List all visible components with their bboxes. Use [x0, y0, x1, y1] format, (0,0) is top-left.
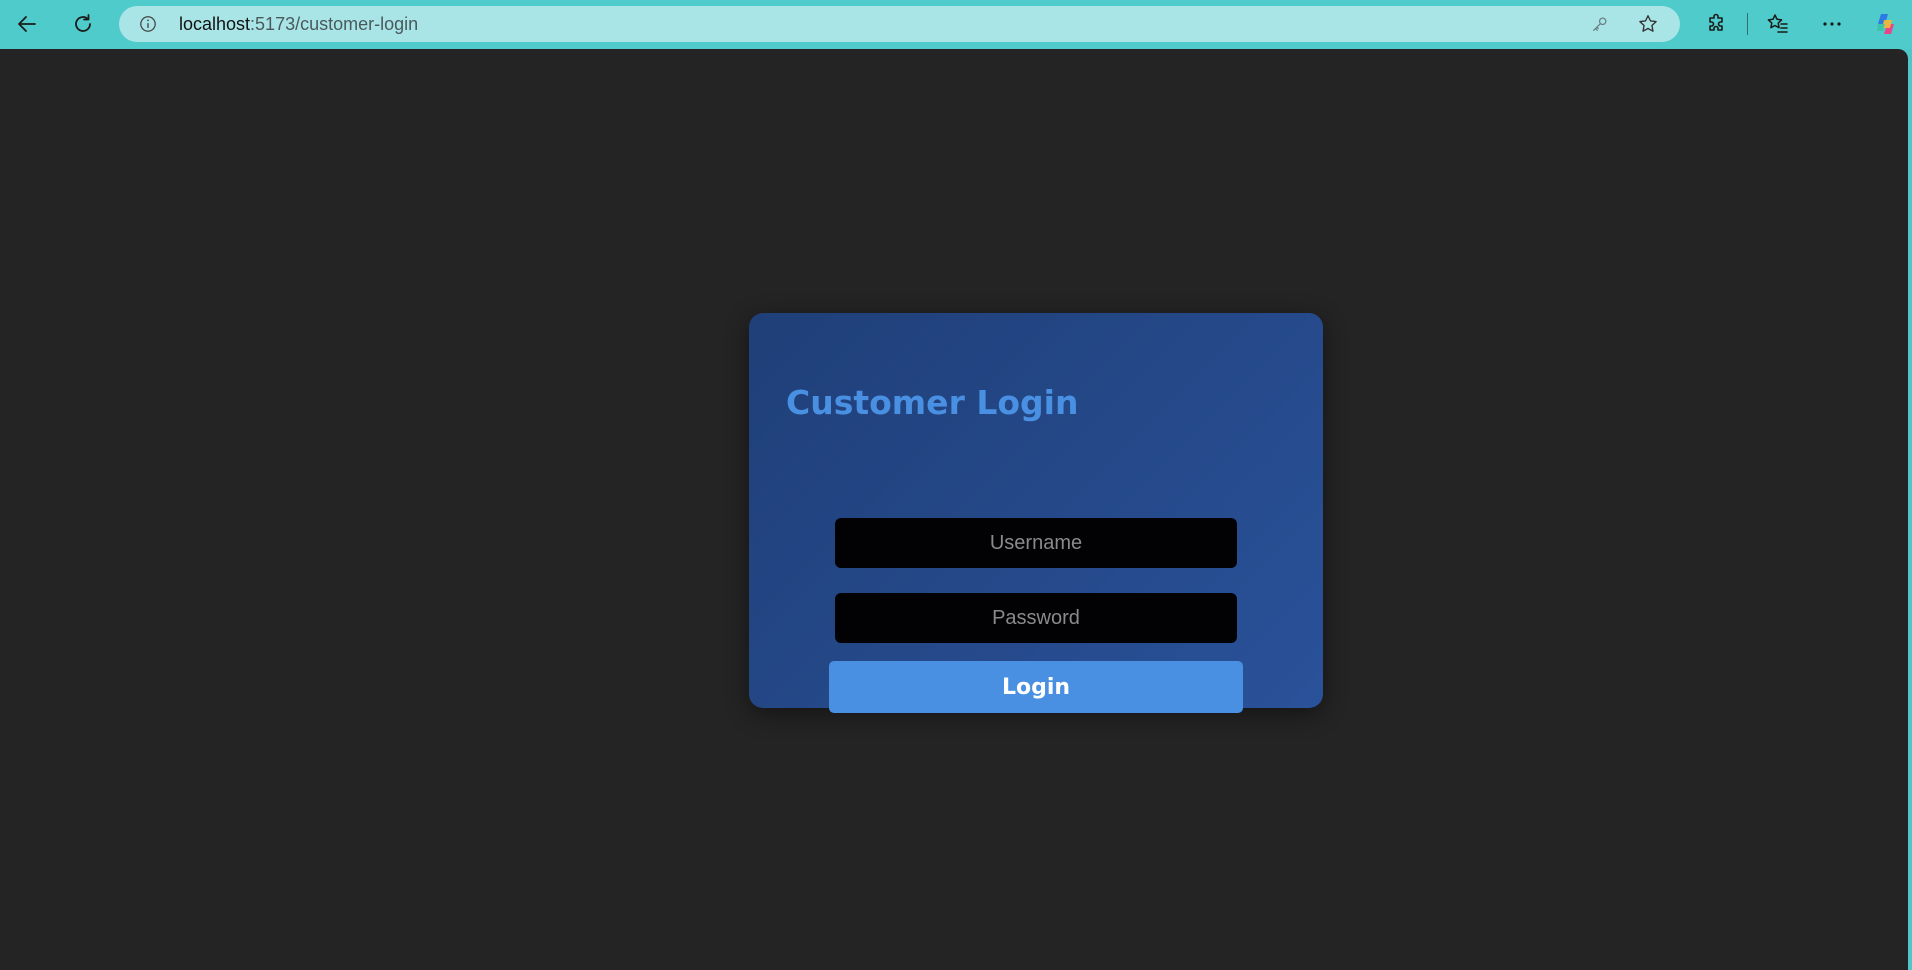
more-button[interactable] — [1812, 8, 1852, 40]
username-input[interactable] — [835, 518, 1237, 568]
star-icon[interactable] — [1637, 13, 1659, 35]
refresh-button[interactable] — [63, 8, 103, 40]
address-bar[interactable]: localhost:5173/customer-login — [119, 6, 1680, 42]
copilot-icon — [1877, 14, 1894, 34]
page-viewport: Customer Login Login — [0, 49, 1908, 970]
favorites-button[interactable] — [1758, 8, 1798, 40]
refresh-icon — [75, 14, 91, 32]
copilot-button[interactable] — [1866, 8, 1906, 40]
browser-toolbar: localhost:5173/customer-login — [0, 0, 1912, 49]
extensions-button[interactable] — [1697, 8, 1737, 40]
login-card: Customer Login Login — [749, 313, 1323, 713]
favorites-list-icon — [1767, 14, 1788, 33]
url-text[interactable]: localhost:5173/customer-login — [179, 6, 418, 42]
password-input[interactable] — [835, 593, 1237, 643]
url-path: :5173/customer-login — [250, 14, 419, 34]
key-icon[interactable] — [1591, 15, 1609, 33]
toolbar-divider — [1747, 13, 1748, 35]
back-button[interactable] — [7, 8, 47, 40]
info-icon[interactable] — [139, 15, 157, 33]
login-button[interactable]: Login — [829, 661, 1243, 713]
more-dots-icon — [1823, 22, 1841, 26]
url-host: localhost — [179, 14, 251, 34]
puzzle-icon — [1709, 13, 1723, 31]
back-arrow-icon — [18, 16, 36, 32]
login-title: Customer Login — [786, 383, 1079, 422]
